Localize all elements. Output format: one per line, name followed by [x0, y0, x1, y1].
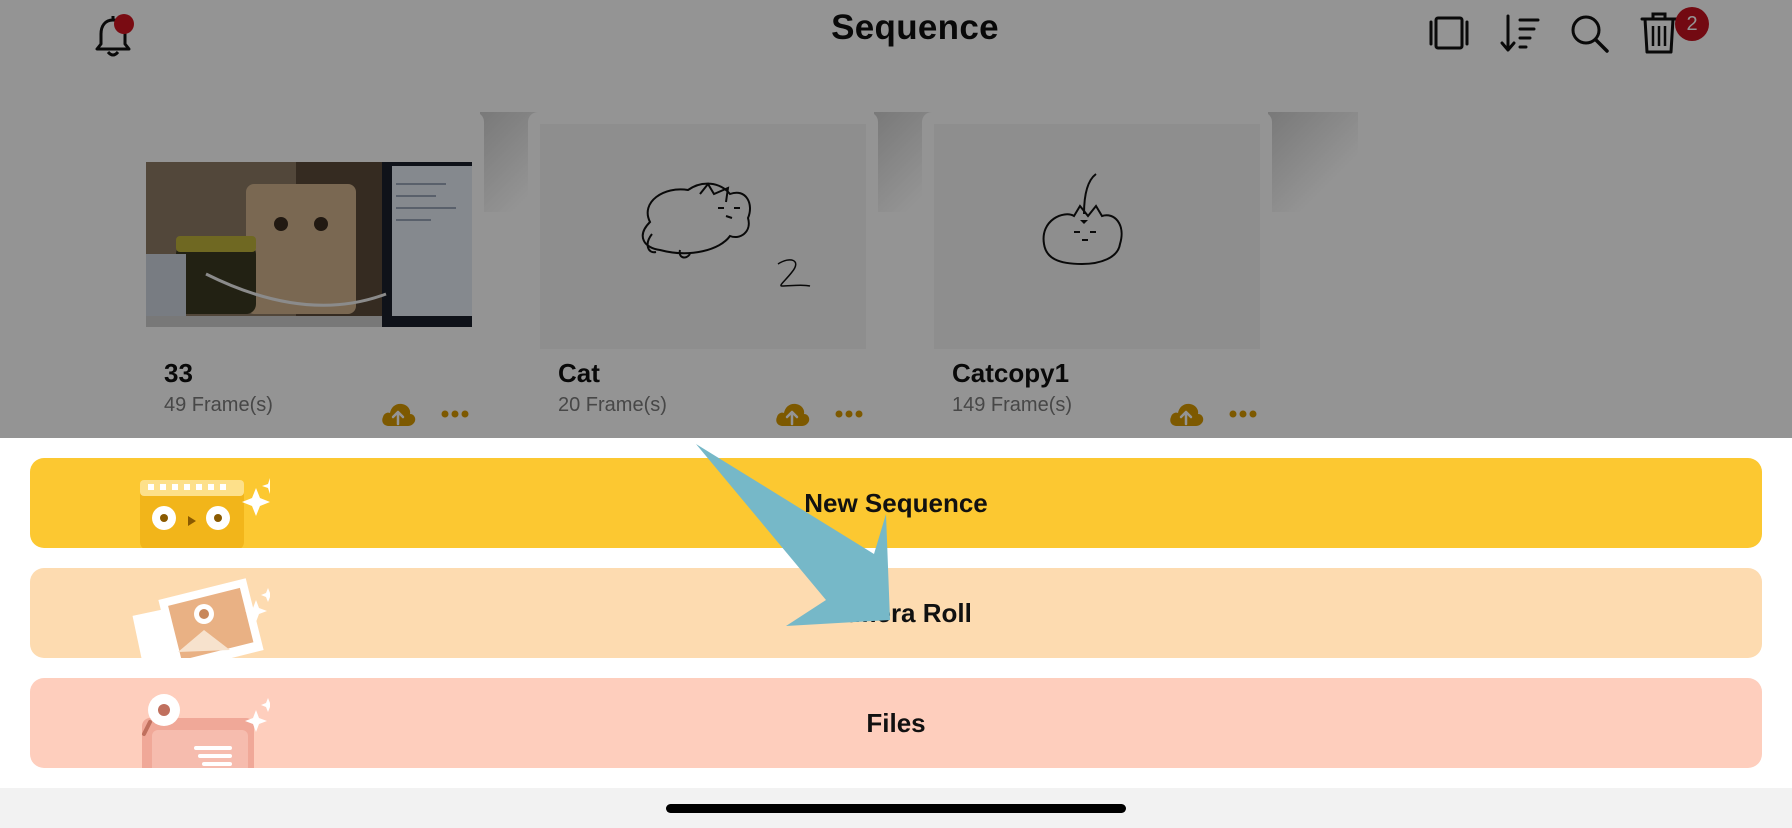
dim-overlay[interactable] — [0, 0, 1792, 438]
pointer-arrow-icon — [696, 444, 890, 626]
files-button[interactable]: Files — [30, 678, 1762, 768]
files-label: Files — [866, 708, 926, 738]
home-indicator[interactable] — [666, 804, 1126, 813]
app-root: Sequence 2 33 49 Frame(s) Cat 20 Frame(s… — [0, 0, 1792, 828]
